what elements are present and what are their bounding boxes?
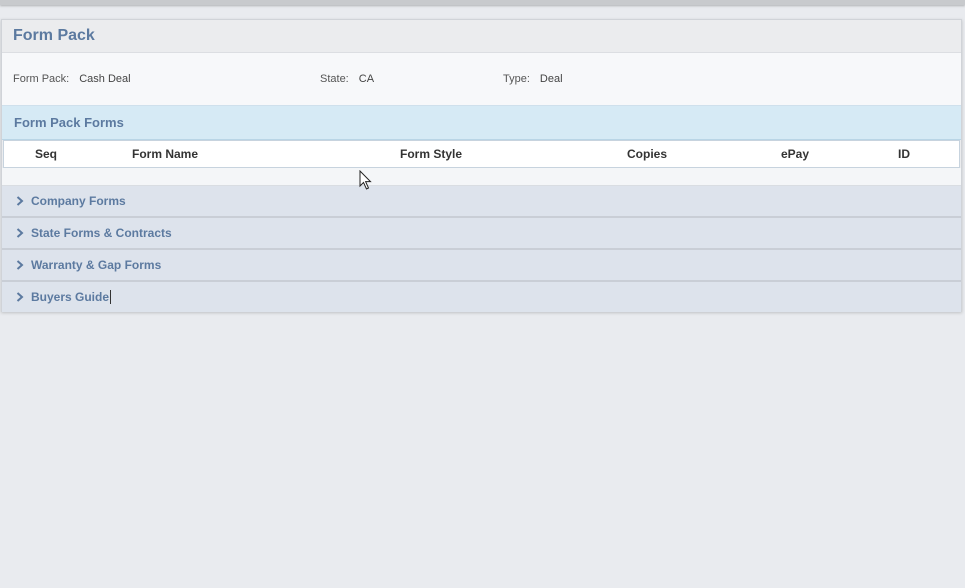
state-label: State:	[320, 73, 349, 85]
group-label: Warranty & Gap Forms	[31, 258, 162, 272]
column-header-copies[interactable]: Copies	[627, 147, 667, 161]
group-label: Buyers Guide	[31, 290, 110, 304]
state-value: CA	[358, 73, 375, 85]
chevron-right-icon	[15, 292, 25, 302]
type-label: Type:	[503, 73, 530, 85]
form-pack-field: Form Pack: Cash Deal	[13, 73, 131, 85]
text-caret	[110, 290, 112, 304]
column-header-seq[interactable]: Seq	[35, 147, 57, 161]
group-company-forms[interactable]: Company Forms	[2, 186, 961, 218]
page-title: Form Pack	[13, 27, 95, 44]
column-header-form-style[interactable]: Form Style	[400, 147, 462, 161]
column-header-form-name[interactable]: Form Name	[132, 147, 198, 161]
form-pack-label: Form Pack:	[13, 73, 70, 85]
form-groups: Company Forms State Forms & Contracts Wa…	[2, 186, 961, 312]
chevron-right-icon	[15, 260, 25, 270]
form-pack-forms-header: Form Pack Forms	[2, 106, 961, 140]
mouse-pointer-icon	[359, 170, 372, 190]
group-state-forms-contracts[interactable]: State Forms & Contracts	[2, 218, 961, 250]
form-pack-value: Cash Deal	[79, 73, 131, 85]
chevron-right-icon	[15, 228, 25, 238]
type-field: Type: Deal	[503, 73, 563, 85]
chevron-right-icon	[15, 196, 25, 206]
group-label: State Forms & Contracts	[31, 226, 172, 240]
column-header-id[interactable]: ID	[898, 147, 910, 161]
column-header-epay[interactable]: ePay	[781, 147, 809, 161]
form-pack-panel: Form Pack Form Pack: Cash Deal State: CA…	[1, 19, 962, 312]
form-pack-info: Form Pack: Cash Deal State: CA Type: Dea…	[2, 53, 961, 106]
forms-table-header: Seq Form Name Form Style Copies ePay ID	[3, 140, 960, 168]
state-field: State: CA	[320, 73, 374, 85]
group-warranty-gap-forms[interactable]: Warranty & Gap Forms	[2, 250, 961, 282]
section-title: Form Pack Forms	[14, 115, 124, 130]
panel-header: Form Pack	[2, 20, 961, 53]
top-toolbar-edge	[0, 0, 965, 5]
forms-table-empty-row	[2, 168, 961, 186]
group-buyers-guide[interactable]: Buyers Guide	[2, 282, 961, 312]
type-value: Deal	[539, 73, 563, 85]
group-label: Company Forms	[31, 194, 126, 208]
